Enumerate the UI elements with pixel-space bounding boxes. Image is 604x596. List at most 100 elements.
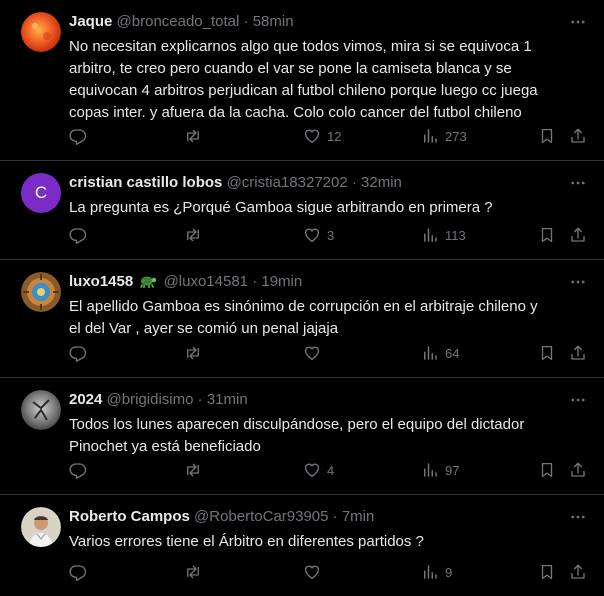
- post-time[interactable]: 32min: [361, 174, 402, 191]
- author-handle[interactable]: @bronceado_total: [117, 13, 240, 30]
- reply-button[interactable]: [69, 343, 93, 363]
- post-text: Todos los lunes aparecen disculpándose, …: [69, 416, 525, 455]
- more-options-icon[interactable]: [568, 272, 588, 292]
- separator-dot: ·: [197, 391, 203, 408]
- reply-button[interactable]: [69, 225, 93, 245]
- more-options-icon[interactable]: [568, 507, 588, 527]
- author-name[interactable]: 2024: [69, 391, 102, 408]
- bookmark-button[interactable]: [538, 562, 556, 582]
- reply-button[interactable]: [69, 460, 93, 480]
- view-count: 113: [445, 227, 466, 243]
- avatar[interactable]: [21, 390, 61, 430]
- like-button[interactable]: 3: [303, 225, 334, 245]
- share-icon: [569, 344, 587, 362]
- author-name[interactable]: cristian castillo lobos: [69, 174, 222, 191]
- views-icon: [421, 344, 439, 362]
- reply-icon: [69, 563, 87, 581]
- share-button[interactable]: [569, 343, 587, 363]
- author-handle[interactable]: @cristia18327202: [227, 174, 348, 191]
- post-time[interactable]: 7min: [342, 508, 375, 525]
- author-name[interactable]: luxo1458: [69, 273, 133, 290]
- views-button[interactable]: 97: [421, 460, 459, 480]
- reply-icon: [69, 344, 87, 362]
- like-button[interactable]: [303, 562, 327, 582]
- post-header: Jaque @bronceado_total · 58min: [69, 13, 294, 31]
- repost-icon: [184, 226, 202, 244]
- post-header: luxo1458 @luxo14581 · 19min: [69, 273, 302, 291]
- separator-dot: ·: [332, 508, 338, 525]
- repost-icon: [184, 563, 202, 581]
- repost-icon: [184, 461, 202, 479]
- view-count: 64: [445, 345, 460, 361]
- bookmark-button[interactable]: [538, 460, 556, 480]
- post[interactable]: Jaque @bronceado_total · 58min No necesi…: [0, 0, 604, 161]
- views-icon: [421, 563, 439, 581]
- author-name[interactable]: Jaque: [69, 13, 112, 30]
- avatar[interactable]: C: [21, 173, 61, 213]
- more-options-icon[interactable]: [568, 173, 588, 193]
- repost-button[interactable]: [184, 343, 208, 363]
- author-handle[interactable]: @brigidisimo: [107, 391, 194, 408]
- more-options-icon[interactable]: [568, 390, 588, 410]
- views-button[interactable]: 64: [421, 343, 459, 363]
- turtle-icon: [140, 276, 157, 288]
- repost-icon: [184, 127, 202, 145]
- post-time[interactable]: 19min: [261, 273, 302, 290]
- bookmark-icon: [538, 344, 556, 362]
- bookmark-button[interactable]: [538, 343, 556, 363]
- reply-button[interactable]: [69, 126, 93, 146]
- avatar[interactable]: [21, 272, 61, 312]
- repost-button[interactable]: [184, 126, 208, 146]
- post-actions: 9: [69, 562, 588, 582]
- bookmark-button[interactable]: [538, 225, 556, 245]
- like-button[interactable]: 12: [303, 126, 341, 146]
- views-button[interactable]: 9: [421, 562, 452, 582]
- repost-button[interactable]: [184, 225, 208, 245]
- like-count: 12: [327, 128, 342, 144]
- bookmark-button[interactable]: [538, 126, 556, 146]
- heart-icon: [303, 226, 321, 244]
- post-actions: 12 273: [69, 126, 588, 146]
- avatar[interactable]: [21, 12, 61, 52]
- view-count: 97: [445, 462, 460, 478]
- heart-icon: [303, 461, 321, 479]
- post-time[interactable]: 31min: [207, 391, 248, 408]
- share-button[interactable]: [569, 126, 587, 146]
- bookmark-icon: [538, 563, 556, 581]
- views-button[interactable]: 273: [421, 126, 467, 146]
- more-options-icon[interactable]: [568, 12, 588, 32]
- share-button[interactable]: [569, 562, 587, 582]
- separator-dot: ·: [243, 13, 249, 30]
- post-actions: 3 113: [69, 225, 588, 245]
- like-button[interactable]: [303, 343, 327, 363]
- share-icon: [569, 127, 587, 145]
- repost-button[interactable]: [184, 562, 208, 582]
- views-button[interactable]: 113: [421, 225, 466, 245]
- post-header: cristian castillo lobos @cristia18327202…: [69, 174, 402, 192]
- heart-icon: [303, 563, 321, 581]
- heart-icon: [303, 344, 321, 362]
- share-icon: [569, 461, 587, 479]
- repost-button[interactable]: [184, 460, 208, 480]
- separator-dot: ·: [351, 174, 357, 191]
- like-button[interactable]: 4: [303, 460, 334, 480]
- author-handle[interactable]: @RobertoCar93905: [194, 508, 328, 525]
- author-handle[interactable]: @luxo14581: [164, 273, 248, 290]
- post[interactable]: 2024 @brigidisimo · 31min Todos los lune…: [0, 378, 604, 495]
- post-time[interactable]: 58min: [253, 13, 294, 30]
- post[interactable]: luxo1458 @luxo14581 · 19min El apellido …: [0, 260, 604, 378]
- share-button[interactable]: [569, 460, 587, 480]
- post-header: Roberto Campos @RobertoCar93905 · 7min: [69, 508, 374, 526]
- post[interactable]: Roberto Campos @RobertoCar93905 · 7min V…: [0, 495, 604, 596]
- reply-icon: [69, 226, 87, 244]
- post-text: Varios errores tiene el Árbitro en difer…: [69, 533, 424, 550]
- views-icon: [421, 226, 439, 244]
- reply-button[interactable]: [69, 562, 93, 582]
- repost-icon: [184, 344, 202, 362]
- reply-feed: Jaque @bronceado_total · 58min No necesi…: [0, 0, 604, 596]
- avatar[interactable]: [21, 507, 61, 547]
- separator-dot: ·: [252, 273, 258, 290]
- author-name[interactable]: Roberto Campos: [69, 508, 190, 525]
- post[interactable]: C cristian castillo lobos @cristia183272…: [0, 161, 604, 260]
- share-button[interactable]: [569, 225, 587, 245]
